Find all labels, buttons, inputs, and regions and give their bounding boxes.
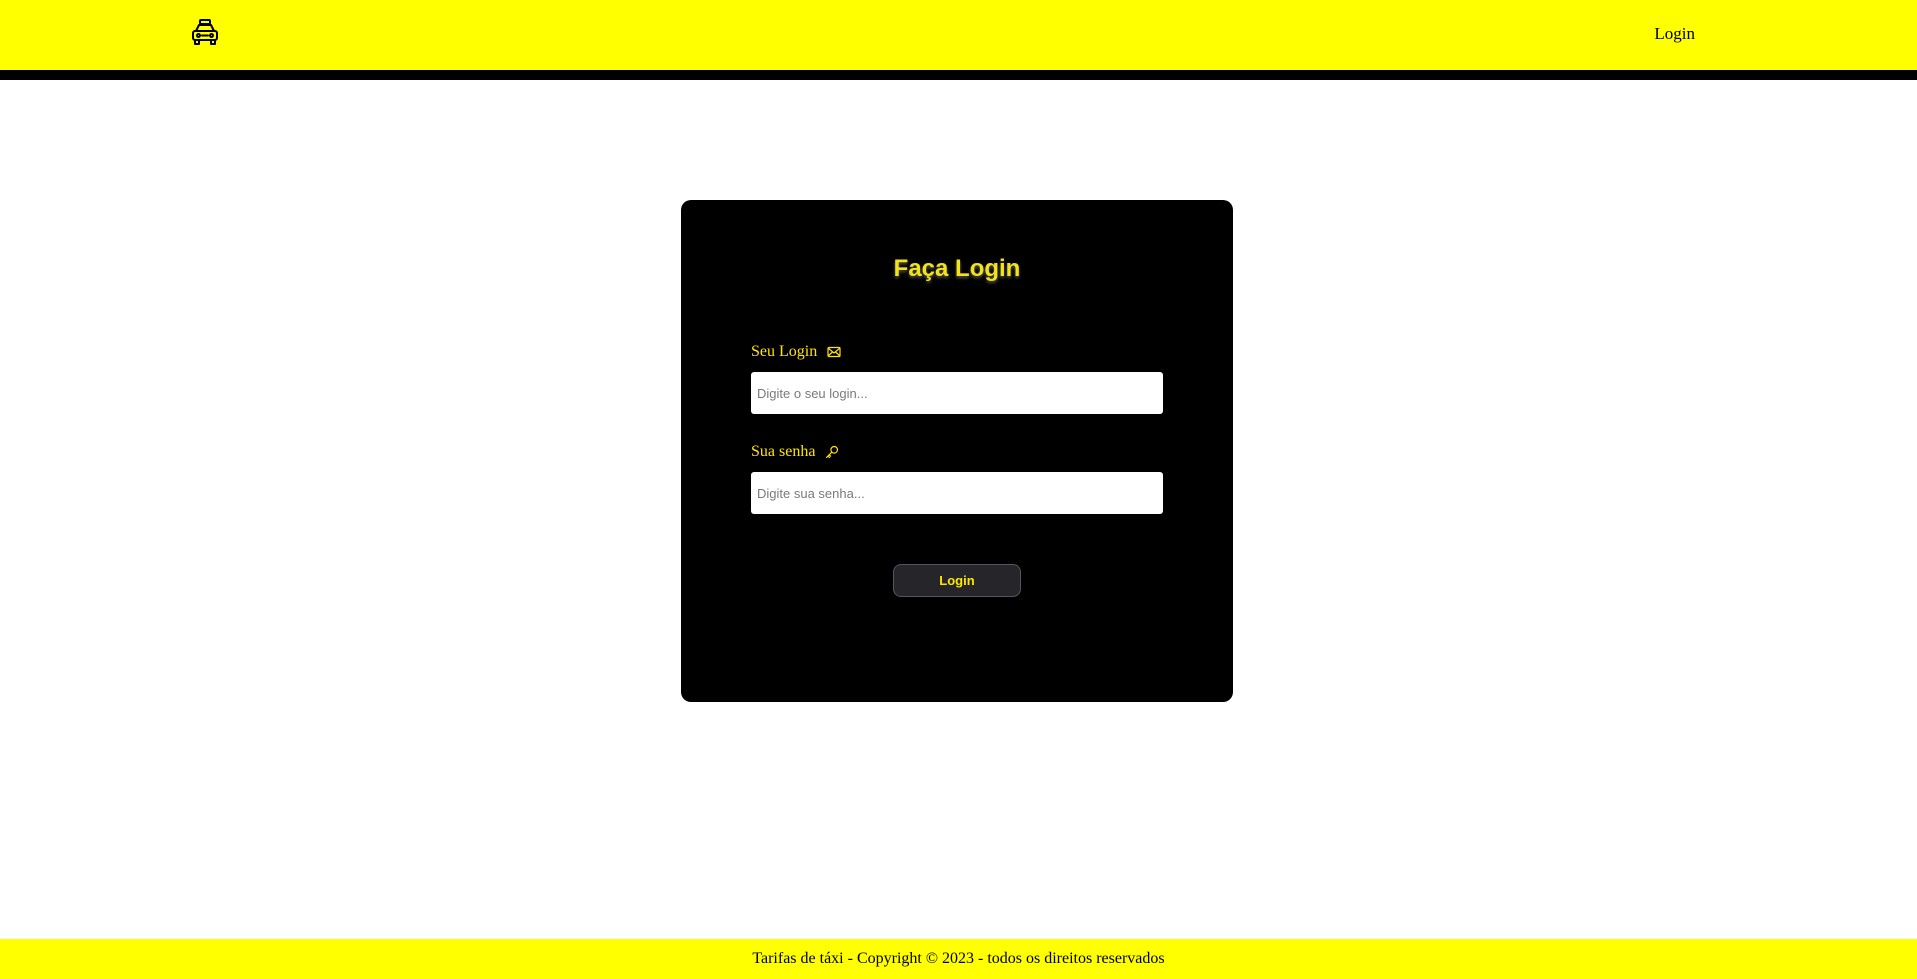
password-label-text: Sua senha bbox=[751, 443, 816, 460]
password-field-label: Sua senha bbox=[751, 443, 839, 461]
nav-login-link[interactable]: Login bbox=[1654, 24, 1695, 44]
login-label-text: Seu Login bbox=[751, 343, 818, 360]
login-input[interactable] bbox=[751, 372, 1163, 414]
login-field-label: Seu Login bbox=[751, 343, 841, 361]
footer-copyright: Tarifas de táxi - Copyright © 2023 - tod… bbox=[752, 950, 1165, 967]
top-navbar: Login bbox=[0, 0, 1917, 80]
login-title: Faça Login bbox=[893, 255, 1021, 282]
login-card: Faça Login Seu Login Sua senha Login bbox=[681, 200, 1233, 702]
footer: Tarifas de táxi - Copyright © 2023 - tod… bbox=[0, 939, 1917, 979]
envelope-icon bbox=[827, 346, 841, 358]
login-submit-button[interactable]: Login bbox=[893, 564, 1021, 597]
password-input[interactable] bbox=[751, 472, 1163, 514]
taxi-icon[interactable] bbox=[189, 17, 221, 49]
key-icon bbox=[825, 445, 839, 459]
